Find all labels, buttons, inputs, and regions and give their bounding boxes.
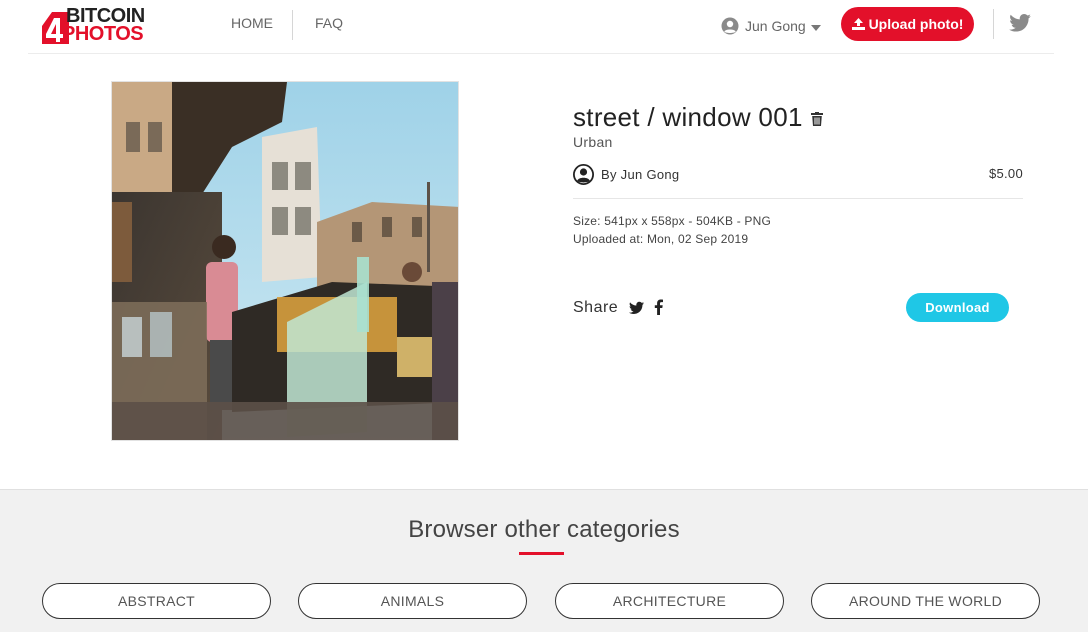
facebook-share-icon[interactable] xyxy=(654,299,663,315)
user-menu[interactable]: Jun Gong xyxy=(721,16,821,36)
heading-underline xyxy=(519,552,564,555)
upload-photo-label: Upload photo! xyxy=(868,16,964,32)
photo-title: street / window 001 xyxy=(573,101,803,132)
twitter-icon[interactable] xyxy=(1009,14,1031,32)
author-avatar-icon xyxy=(573,163,594,185)
photo-author[interactable]: By Jun Gong xyxy=(601,167,679,182)
header-divider xyxy=(993,9,994,39)
category-abstract-button[interactable]: ABSTRACT xyxy=(42,583,271,619)
details-separator xyxy=(573,198,1023,199)
bitcoin-photos-logo[interactable]: BITCOIN PHOTOS xyxy=(42,6,162,46)
photo-category[interactable]: Urban xyxy=(573,134,1023,150)
user-name: Jun Gong xyxy=(745,18,806,34)
category-animals-button[interactable]: ANIMALS xyxy=(298,583,527,619)
photo-details: street / window 001 Urban By Jun Gong $5… xyxy=(573,100,1023,248)
logo-text-bottom: PHOTOS xyxy=(62,23,144,45)
title-row: street / window 001 xyxy=(573,100,1023,134)
photo-meta: Size: 541px x 558px - 504KB - PNG Upload… xyxy=(573,212,1023,248)
download-button[interactable]: Download xyxy=(906,293,1009,322)
other-categories-section: Browser other categories ABSTRACT ANIMAL… xyxy=(0,489,1088,632)
street-window-photo xyxy=(112,82,458,440)
category-around-the-world-button[interactable]: AROUND THE WORLD xyxy=(811,583,1040,619)
photo-upload-date: Uploaded at: Mon, 02 Sep 2019 xyxy=(573,232,749,246)
photo-price: $5.00 xyxy=(988,166,1023,181)
trash-icon[interactable] xyxy=(810,112,823,126)
nav-faq-link[interactable]: FAQ xyxy=(315,15,343,31)
user-avatar-icon xyxy=(721,17,739,35)
nav-home-link[interactable]: HOME xyxy=(231,15,273,31)
author-row: By Jun Gong $5.00 xyxy=(573,162,1023,186)
photo-preview[interactable] xyxy=(111,81,459,441)
twitter-share-icon[interactable] xyxy=(629,301,644,315)
top-navbar: BITCOIN PHOTOS HOME FAQ Jun Gong Upload … xyxy=(28,0,1054,54)
categories-heading: Browser other categories xyxy=(408,516,680,543)
upload-icon xyxy=(851,18,865,30)
upload-photo-button[interactable]: Upload photo! xyxy=(841,7,974,41)
caret-down-icon xyxy=(810,24,821,31)
category-architecture-button[interactable]: ARCHITECTURE xyxy=(555,583,784,619)
share-row: Share Download xyxy=(573,293,1009,323)
photo-size-info: Size: 541px x 558px - 504KB - PNG xyxy=(573,214,772,228)
share-label: Share xyxy=(573,299,619,316)
nav-divider xyxy=(292,10,293,40)
